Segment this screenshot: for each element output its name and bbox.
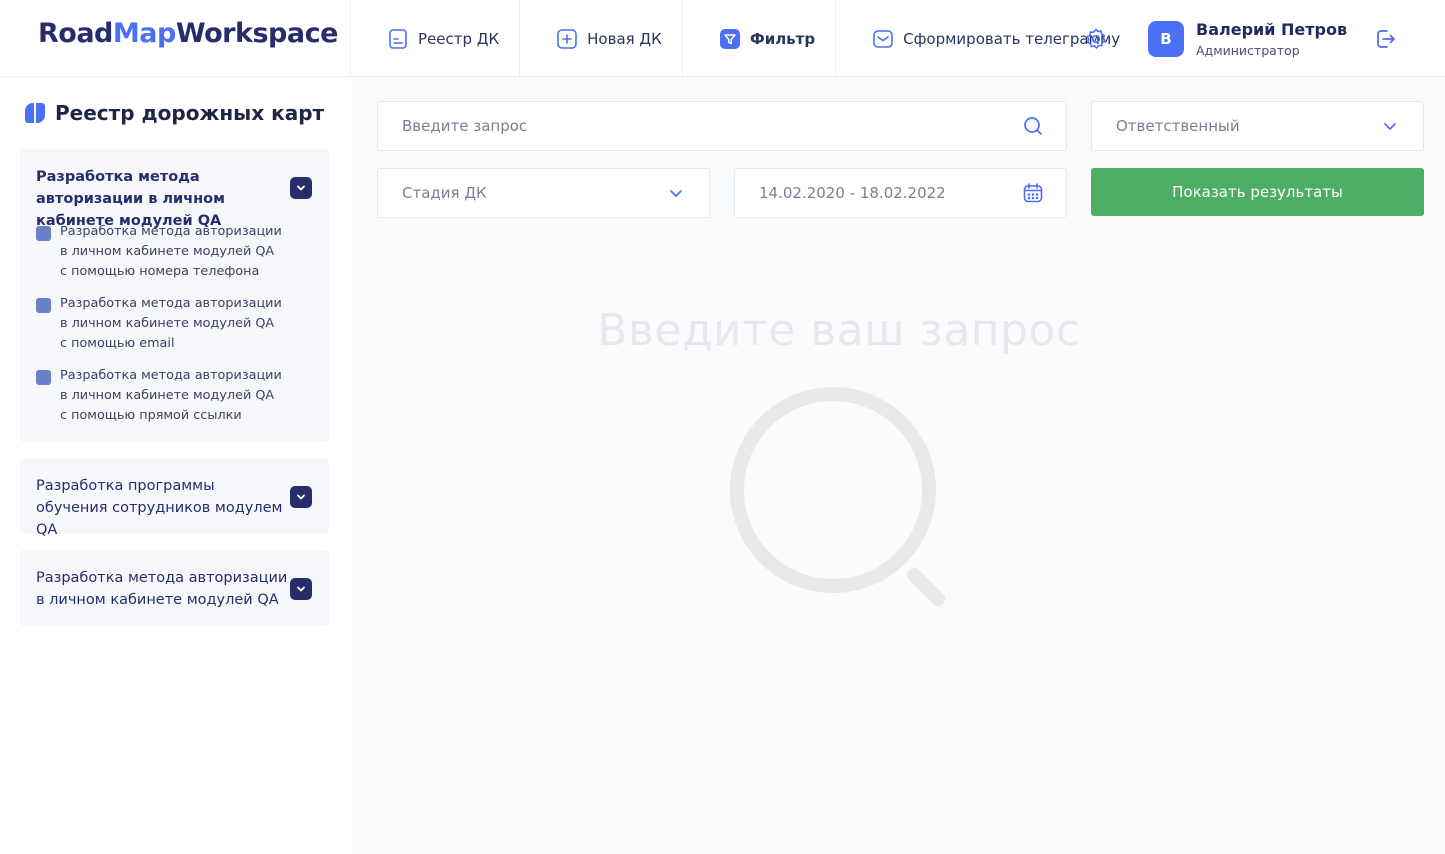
user-name: Валерий Петров bbox=[1196, 20, 1348, 39]
show-results-button[interactable]: Показать результаты bbox=[1091, 168, 1424, 216]
roadmap-card[interactable]: Разработка метода авторизации в личном к… bbox=[20, 550, 329, 626]
chevron-down-icon bbox=[295, 179, 307, 198]
mail-icon bbox=[872, 28, 894, 50]
responsible-select[interactable]: Ответственный bbox=[1091, 101, 1424, 151]
logout-icon[interactable] bbox=[1373, 27, 1397, 51]
bullet-square-icon bbox=[36, 370, 51, 385]
roadmap-logo-icon bbox=[24, 102, 46, 124]
roadmap-card-title: Разработка программы обучения сотруднико… bbox=[36, 478, 283, 538]
roadmap-subitem[interactable]: Разработка метода авторизации в личном к… bbox=[36, 294, 296, 354]
nav-item-registry[interactable]: Реестр ДК bbox=[350, 0, 521, 77]
expand-button[interactable] bbox=[290, 177, 312, 199]
sidebar: Реестр дорожных карт Разработка метода а… bbox=[0, 77, 350, 854]
chevron-down-icon bbox=[1379, 115, 1401, 137]
expand-button[interactable] bbox=[290, 578, 312, 600]
main-nav: Реестр ДК Новая ДК Фильтр Сформировать т… bbox=[350, 0, 1140, 77]
bullet-square-icon bbox=[36, 298, 51, 313]
roadmap-card-title: Разработка метода авторизации в личном к… bbox=[36, 570, 288, 608]
chevron-down-icon bbox=[295, 580, 307, 599]
search-icon[interactable] bbox=[1022, 115, 1044, 137]
nav-item-filter[interactable]: Фильтр bbox=[683, 0, 837, 77]
plus-square-icon bbox=[556, 28, 578, 50]
nav-item-new[interactable]: Новая ДК bbox=[520, 0, 683, 77]
main-content: Введите запрос Ответственный Стадия ДК 1… bbox=[352, 77, 1445, 854]
sidebar-header: Реестр дорожных карт bbox=[24, 101, 324, 125]
roadmap-card[interactable]: Разработка программы обучения сотруднико… bbox=[20, 458, 329, 538]
roadmap-subitem[interactable]: Разработка метода авторизации в личном к… bbox=[36, 366, 296, 426]
search-input[interactable]: Введите запрос bbox=[377, 101, 1067, 151]
roadmap-subitem[interactable]: Разработка метода авторизации в личном к… bbox=[36, 222, 296, 282]
bullet-square-icon bbox=[36, 226, 51, 241]
document-icon bbox=[387, 28, 409, 50]
empty-state-title: Введите ваш запрос bbox=[597, 305, 1081, 356]
sidebar-title: Реестр дорожных карт bbox=[55, 101, 325, 125]
filter-icon bbox=[719, 28, 741, 50]
expand-button[interactable] bbox=[290, 486, 312, 508]
avatar[interactable]: В bbox=[1148, 21, 1184, 57]
chevron-down-icon bbox=[665, 182, 687, 204]
gear-icon[interactable] bbox=[1084, 27, 1108, 51]
chevron-down-icon bbox=[295, 488, 307, 507]
top-bar: RoadMapWorkspace Реестр ДК Новая ДК Филь… bbox=[0, 0, 1445, 77]
stage-select[interactable]: Стадия ДК bbox=[377, 168, 710, 218]
date-range-input[interactable]: 14.02.2020 - 18.02.2022 bbox=[734, 168, 1067, 218]
user-role: Администратор bbox=[1196, 43, 1300, 58]
calendar-icon[interactable] bbox=[1022, 182, 1044, 204]
search-icon bbox=[728, 385, 948, 610]
app-logo[interactable]: RoadMapWorkspace bbox=[38, 18, 338, 49]
roadmap-card[interactable]: Разработка метода авторизации в личном к… bbox=[20, 149, 329, 442]
